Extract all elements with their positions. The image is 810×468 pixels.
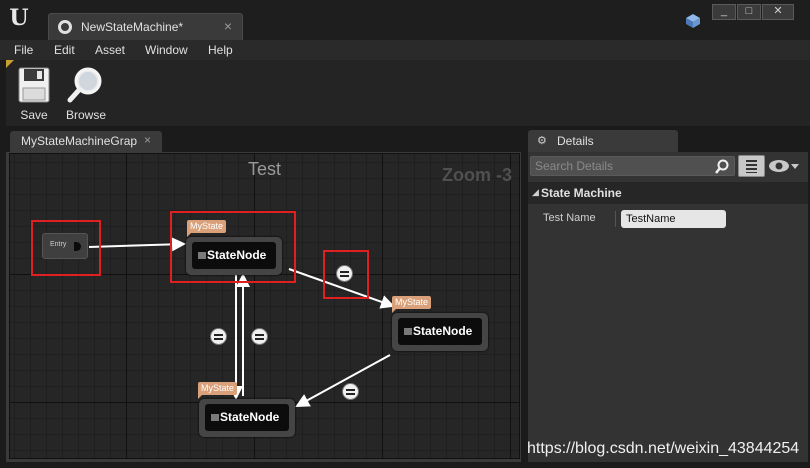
details-icon: ⚙ [537,135,547,147]
menu-window[interactable]: Window [145,43,188,57]
state-2-to-state-3-wire [295,354,391,407]
state-node[interactable]: StateNode [392,313,488,351]
maximize-button[interactable]: □ [737,4,761,20]
browse-button[interactable]: Browse [58,64,114,122]
graph-tab-label: MyStateMachineGrap [21,134,138,148]
tab-state-machine-graph[interactable]: MyStateMachineGrap × [10,131,162,152]
state-icon [404,328,412,335]
engine-version-icon [686,14,700,28]
category-state-machine[interactable]: ◢ State Machine [528,182,808,204]
state-node-body: StateNode [205,404,289,431]
details-panel: ◢ State Machine Test Name [528,152,808,462]
eye-icon [769,160,799,172]
watermark-text: https://blog.csdn.net/weixin_43844254 [527,440,800,457]
state-machine-asset-icon [58,20,72,34]
property-matrix-button[interactable] [738,155,765,177]
magnifier-icon [67,67,102,103]
state-icon [211,414,219,421]
property-row-test-name: Test Name [528,207,808,231]
save-button-label: Save [20,108,48,122]
document-tab[interactable]: NewStateMachine* × [48,13,243,40]
search-icon [715,159,729,174]
document-tab-close-button[interactable]: × [224,18,232,34]
tab-details[interactable]: ⚙ Details [528,130,678,152]
state-tag: MyState [392,296,432,313]
menu-file[interactable]: File [14,43,33,57]
state-node-highlight-box [170,211,296,283]
close-window-button[interactable]: ✕ [762,4,794,20]
list-view-icon [746,160,757,173]
state-tag: MyState [198,382,238,399]
property-label: Test Name [543,212,596,224]
transition-rule-icon[interactable] [342,383,359,400]
title-bar: U NewStateMachine* × _ □ ✕ [0,0,810,40]
property-divider[interactable] [615,211,616,227]
state-node-body: StateNode [398,318,482,345]
state-node-label: StateNode [413,324,473,338]
view-options-button[interactable] [768,158,802,174]
details-tab-label: Details [557,134,594,148]
minimize-button[interactable]: _ [712,4,736,20]
test-name-input[interactable] [621,210,726,228]
menu-bar: File Edit Asset Window Help [0,40,810,60]
state-node[interactable]: StateNode [199,399,295,437]
graph-tab-close-button[interactable]: × [144,133,151,147]
state-machine-graph-canvas[interactable]: Test Zoom -3 Entry MyState StateNode MyS… [9,153,520,459]
unreal-logo-icon[interactable]: U [6,5,32,31]
toolbar: Save Browse [6,60,810,126]
menu-asset[interactable]: Asset [95,43,125,57]
transition-highlight-box [323,250,369,299]
save-button[interactable]: Save [6,64,62,122]
category-label: State Machine [541,186,622,200]
state-node-label: StateNode [220,410,280,424]
transition-rule-icon[interactable] [251,328,268,345]
menu-help[interactable]: Help [208,43,233,57]
transition-rule-icon[interactable] [210,328,227,345]
menu-edit[interactable]: Edit [54,43,75,57]
browse-button-label: Browse [65,108,106,122]
save-icon [18,67,50,103]
document-tab-label: NewStateMachine* [81,20,184,34]
collapse-arrow-icon: ◢ [532,187,539,197]
search-details-input[interactable] [530,156,735,176]
entry-highlight-box [31,220,101,276]
